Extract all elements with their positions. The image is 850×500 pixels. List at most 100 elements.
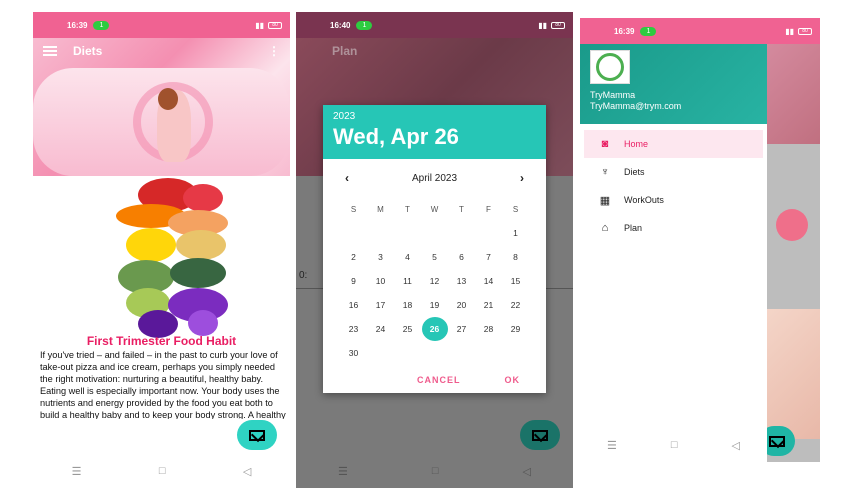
- status-bar: 16:40 1 ▮▮ 80: [296, 12, 573, 38]
- mail-icon: [532, 429, 548, 441]
- call-pill: 1: [640, 26, 657, 36]
- calendar-blank: [367, 341, 394, 365]
- system-nav-bar: ☰ □ ◁: [33, 454, 290, 488]
- overflow-menu-icon[interactable]: ⋮: [268, 44, 280, 58]
- calendar-day[interactable]: 8: [502, 245, 529, 269]
- calendar-day[interactable]: 23: [340, 317, 367, 341]
- calendar-day[interactable]: 6: [448, 245, 475, 269]
- calendar-day[interactable]: 17: [367, 293, 394, 317]
- home-icon[interactable]: □: [671, 439, 678, 451]
- prev-month-icon[interactable]: ‹: [345, 171, 349, 185]
- app-toolbar: Plan: [296, 38, 573, 64]
- calendar-day[interactable]: 7: [475, 245, 502, 269]
- calendar-blank: [421, 341, 448, 365]
- calendar-blank: [448, 221, 475, 245]
- back-icon[interactable]: ◁: [732, 439, 740, 452]
- photo-thumbnail: [767, 309, 820, 439]
- call-pill: 1: [356, 20, 373, 30]
- calendar-day[interactable]: 22: [502, 293, 529, 317]
- back-icon[interactable]: ◁: [243, 465, 251, 478]
- weekday-header: W: [430, 204, 439, 214]
- article-title: First Trimester Food Habit: [86, 334, 237, 348]
- status-bar: 16:39 1 ▮▮ 80: [580, 18, 820, 44]
- home-icon[interactable]: □: [159, 465, 166, 477]
- selected-date: Wed, Apr 26: [333, 124, 459, 149]
- drawer-item-diets[interactable]: ♆ Diets: [584, 158, 763, 186]
- month-label: April 2023: [411, 172, 458, 184]
- status-time: 16:39: [614, 26, 635, 36]
- drawer-item-label: Plan: [624, 223, 643, 233]
- date-picker-dialog: 2023 Wed, Apr 26 ‹ April 2023 › SMTWTFS1…: [323, 105, 546, 393]
- battery-icon: 80: [268, 21, 282, 29]
- food-image: [98, 170, 248, 342]
- weekday-header: T: [459, 204, 464, 214]
- calendar-day[interactable]: 18: [394, 293, 421, 317]
- user-name: TryMamma: [590, 90, 636, 100]
- cancel-button[interactable]: CANCEL: [417, 375, 461, 385]
- calendar-day[interactable]: 25: [394, 317, 421, 341]
- recents-icon[interactable]: ☰: [338, 465, 348, 478]
- home-icon[interactable]: □: [432, 465, 439, 477]
- drawer-item-workouts[interactable]: ▦ WorkOuts: [584, 186, 763, 214]
- calendar-day[interactable]: 29: [502, 317, 529, 341]
- time-label: 0:: [299, 270, 308, 281]
- plan-icon: ⌂: [601, 222, 609, 234]
- calendar-grid: S M T W T F S 1 2 3 4 5 6 7 8 9 10 11 12 13 14 15 16 17 18 19 20 21…: [340, 197, 546, 365]
- navigation-drawer: TryMamma TryMamma@trym.com ◙ Home ♆ Diets ▦ W…: [580, 44, 767, 462]
- drawer-item-label: Home: [624, 139, 649, 149]
- calendar-day[interactable]: 10: [367, 269, 394, 293]
- drawer-item-home[interactable]: ◙ Home: [584, 130, 763, 158]
- calendar-day[interactable]: 5: [421, 245, 448, 269]
- drawer-menu: ◙ Home ♆ Diets ▦ WorkOuts ⌂ Plan: [580, 124, 767, 242]
- drawer-header: TryMamma TryMamma@trym.com: [580, 44, 767, 124]
- system-nav-bar: ☰ □ ◁: [580, 428, 767, 462]
- calendar-day-selected[interactable]: 26: [421, 317, 448, 341]
- month-navigation: ‹ April 2023 ›: [323, 159, 546, 185]
- weekday-header: S: [512, 204, 519, 214]
- recents-icon[interactable]: ☰: [72, 465, 82, 478]
- feature-circle: [776, 209, 808, 241]
- calendar-day[interactable]: 11: [394, 269, 421, 293]
- calendar-blank: [421, 221, 448, 245]
- back-icon[interactable]: ◁: [523, 465, 531, 478]
- calendar-day[interactable]: 19: [421, 293, 448, 317]
- calendar-blank: [502, 341, 529, 365]
- calendar-day[interactable]: 14: [475, 269, 502, 293]
- menu-icon[interactable]: [43, 46, 57, 56]
- calendar-day[interactable]: 13: [448, 269, 475, 293]
- calendar-day[interactable]: 27: [448, 317, 475, 341]
- article-body: If you've tried – and failed – in the pa…: [40, 350, 286, 419]
- calendar-day[interactable]: 24: [367, 317, 394, 341]
- calendar-day[interactable]: 4: [394, 245, 421, 269]
- status-bar: 16:39 1 ▮▮ 80: [33, 12, 290, 38]
- calendar-day[interactable]: 20: [448, 293, 475, 317]
- system-nav-bar: ☰ □ ◁: [296, 454, 573, 488]
- calendar-day[interactable]: 1: [502, 221, 529, 245]
- content-behind-drawer: [759, 44, 820, 462]
- weekday-header: S: [350, 204, 357, 214]
- compose-fab[interactable]: [237, 420, 277, 450]
- calendar-blank: [475, 221, 502, 245]
- plan-screen: 16:40 1 ▮▮ 80 Plan 0: 2023 Wed, Apr 26 ‹ …: [296, 12, 573, 488]
- calendar-day[interactable]: 12: [421, 269, 448, 293]
- drawer-item-plan[interactable]: ⌂ Plan: [584, 214, 763, 242]
- selected-year[interactable]: 2023: [333, 111, 536, 122]
- drawer-item-label: Diets: [624, 167, 645, 177]
- calendar-blank: [367, 221, 394, 245]
- calendar-day[interactable]: 9: [340, 269, 367, 293]
- signal-icon: ▮▮: [255, 20, 264, 30]
- ok-button[interactable]: OK: [505, 375, 521, 385]
- calendar-day[interactable]: 15: [502, 269, 529, 293]
- calendar-icon: ▦: [599, 194, 611, 207]
- calendar-day[interactable]: 28: [475, 317, 502, 341]
- drawer-item-label: WorkOuts: [624, 195, 664, 205]
- calendar-day[interactable]: 3: [367, 245, 394, 269]
- calendar-day[interactable]: 2: [340, 245, 367, 269]
- calendar-day[interactable]: 16: [340, 293, 367, 317]
- recents-icon[interactable]: ☰: [607, 439, 617, 452]
- next-month-icon[interactable]: ›: [520, 171, 524, 185]
- calendar-day[interactable]: 30: [340, 341, 367, 365]
- compose-fab[interactable]: [520, 420, 560, 450]
- app-logo: [590, 50, 630, 84]
- calendar-day[interactable]: 21: [475, 293, 502, 317]
